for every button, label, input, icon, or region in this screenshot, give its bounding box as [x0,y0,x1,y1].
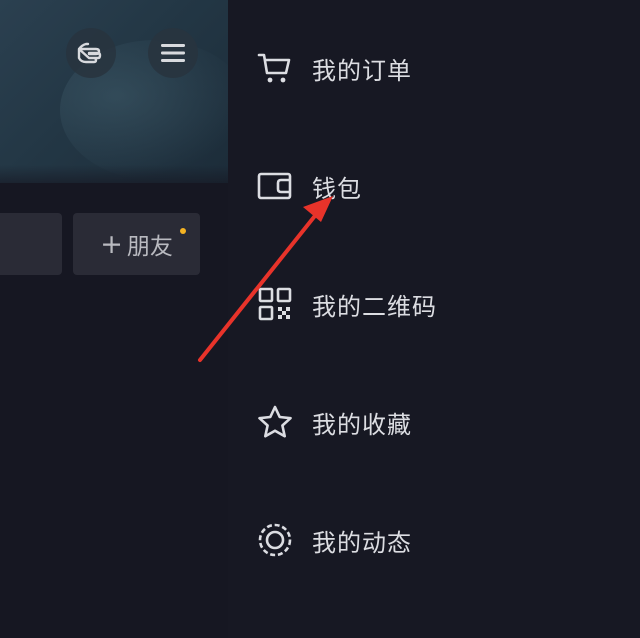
menu-item-label: 我的订单 [312,56,412,85]
add-friend-label: 朋友 [126,234,173,260]
menu-item-wallet[interactable]: 钱包 [256,160,362,212]
menu-item-my-orders[interactable]: 我的订单 [256,42,412,94]
menu-item-label: 我的二维码 [312,292,437,321]
menu-item-label: 钱包 [312,174,362,203]
pointer-button[interactable] [66,28,116,78]
notification-dot [180,228,186,234]
menu-item-label: 我的收藏 [312,410,412,439]
moments-circle-icon [256,521,294,559]
side-drawer: 我的订单 钱包 我的二维码 我的收藏 我的动态 [228,0,640,638]
profile-cover [0,0,228,183]
star-icon [256,403,294,441]
wallet-icon [256,167,294,205]
cart-icon [256,49,294,87]
hamburger-menu-icon [161,44,185,62]
hand-pointer-icon [77,42,102,64]
qr-code-icon [256,285,294,323]
menu-item-my-qr-code[interactable]: 我的二维码 [256,278,437,330]
menu-item-my-favorites[interactable]: 我的收藏 [256,396,412,448]
menu-item-label: 我的动态 [312,528,412,557]
add-friend-button[interactable]: + 朋友 [73,213,200,275]
menu-item-my-moments[interactable]: 我的动态 [256,514,412,566]
plus-icon: + [100,228,123,260]
app-screen: + 朋友 我的订单 钱包 我的二维码 我的收藏 我的动态 [0,0,640,638]
profile-panel: + 朋友 [0,0,228,638]
menu-button[interactable] [148,28,198,78]
edit-profile-button[interactable] [0,213,62,275]
